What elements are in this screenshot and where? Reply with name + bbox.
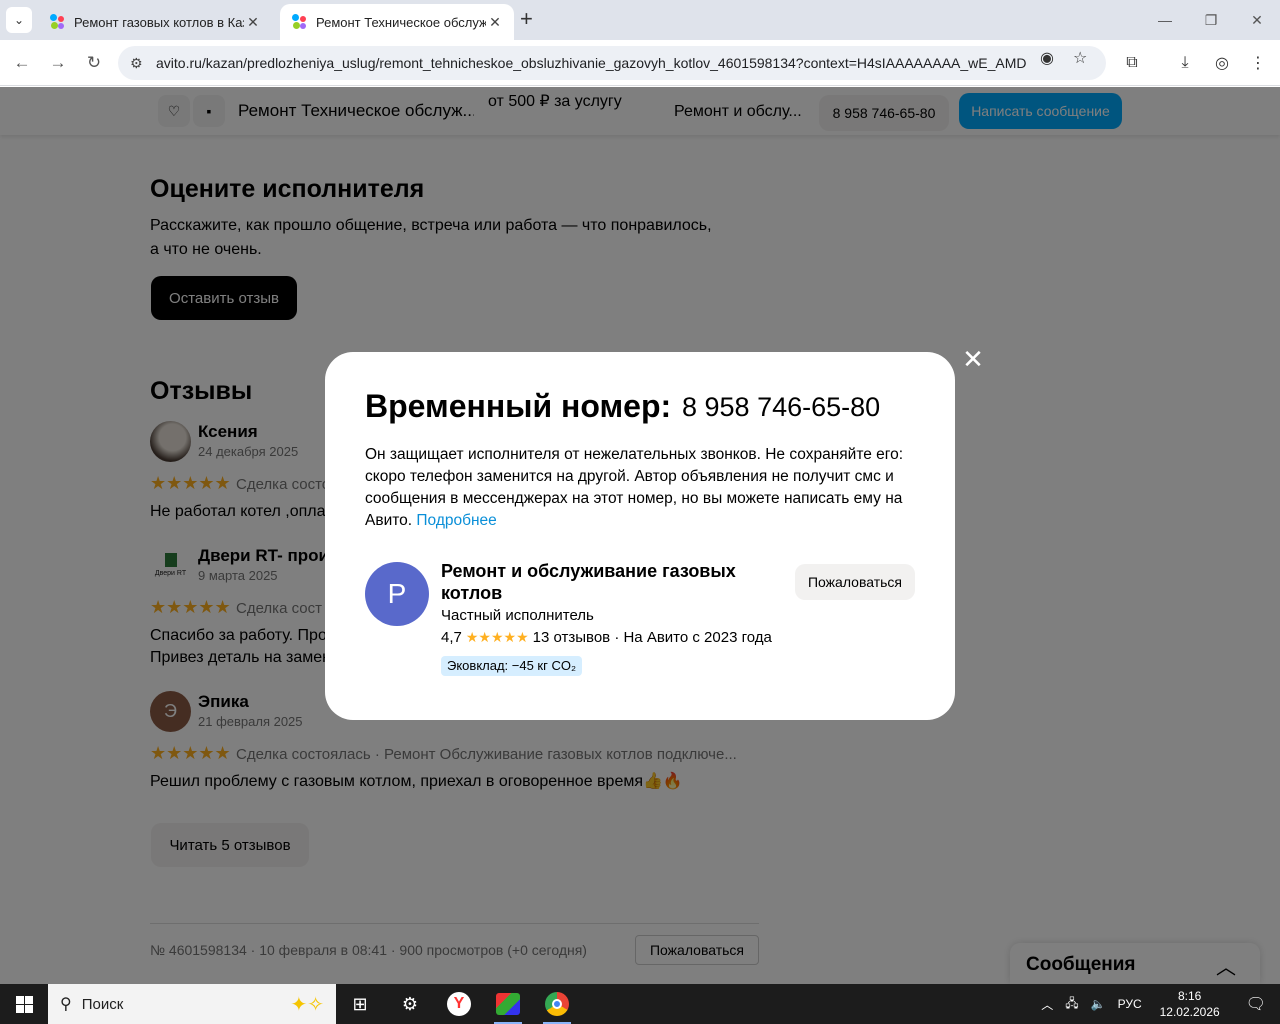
rating-stars: ★★★★★ xyxy=(465,629,529,645)
windows-taskbar: ⚲ Поиск ✦✧ ⊞ ⚙ Y ︿ 🖧 🔈 РУС 8:16 12.02.20… xyxy=(0,984,1280,1024)
temporary-phone-number[interactable]: 8 958 746-65-80 xyxy=(682,392,880,423)
close-window-icon[interactable]: ✕ xyxy=(1234,0,1280,40)
browser-tab-strip: ⌄ Ремонт газовых котлов в Каза ✕ Ремонт … xyxy=(0,0,1280,40)
chrome-icon[interactable] xyxy=(533,984,581,1024)
avito-favicon-icon xyxy=(292,14,308,30)
browser-toolbar: ← → ↻ ⚙ avito.ru/kazan/predlozheniya_usl… xyxy=(0,40,1280,86)
back-arrow-icon[interactable]: ← xyxy=(10,51,34,75)
search-placeholder: Поиск xyxy=(81,995,124,1013)
extensions-puzzle-icon[interactable]: ⧉ xyxy=(1120,51,1144,75)
bookmark-star-icon[interactable]: ☆ xyxy=(1073,48,1087,68)
reload-icon[interactable]: ↻ xyxy=(82,51,106,75)
url-text[interactable]: avito.ru/kazan/predlozheniya_uslug/remon… xyxy=(156,55,1026,71)
avito-favicon-icon xyxy=(50,14,66,30)
kebab-menu-icon[interactable]: ⋮ xyxy=(1246,51,1270,75)
seller-name[interactable]: Ремонт и обслуживание газовых котлов xyxy=(441,560,761,604)
settings-gear-icon[interactable]: ⚙ xyxy=(386,984,434,1024)
browser-tab-2[interactable]: Ремонт Техническое обслужи ✕ xyxy=(280,4,514,40)
input-language[interactable]: РУС xyxy=(1112,997,1148,1011)
rating-value: 4,7 xyxy=(441,629,462,646)
eco-contribution-badge[interactable]: Эковклад: −45 кг CO₂ xyxy=(441,656,583,676)
tab-title: Ремонт Техническое обслужи xyxy=(316,14,486,30)
site-settings-icon[interactable]: ⚙ xyxy=(130,55,152,72)
more-info-link[interactable]: Подробнее xyxy=(416,512,496,529)
network-icon[interactable]: 🖧 xyxy=(1059,994,1084,1015)
restore-icon[interactable]: ❐ xyxy=(1188,0,1234,40)
chevron-down-icon: ⌄ xyxy=(13,13,25,27)
page-content: ♡ ▪ Ремонт Техническое обслуж... от 500 … xyxy=(0,87,1280,984)
close-tab-icon[interactable]: ✕ xyxy=(244,14,262,31)
start-button[interactable] xyxy=(0,984,48,1024)
copilot-sparkle-icon[interactable]: ✦✧ xyxy=(290,992,324,1017)
task-view-icon[interactable]: ⊞ xyxy=(336,984,384,1024)
clock-time: 8:16 xyxy=(1177,989,1202,1003)
new-tab-button[interactable]: + xyxy=(520,8,533,30)
on-avito-since: · На Авито с 2023 года xyxy=(614,629,772,646)
browser-tab-1[interactable]: Ремонт газовых котлов в Каза ✕ xyxy=(38,4,272,40)
clock-date: 12.02.2026 xyxy=(1159,1005,1220,1019)
clock[interactable]: 8:16 12.02.2026 xyxy=(1148,988,1232,1020)
modal-description: Он защищает исполнителя от нежелательных… xyxy=(365,444,915,532)
profile-icon[interactable]: ◎ xyxy=(1210,51,1234,75)
tab-title: Ремонт газовых котлов в Каза xyxy=(74,14,244,30)
seller-type: Частный исполнитель xyxy=(441,607,594,624)
minimize-icon[interactable]: — xyxy=(1142,0,1188,40)
windows-logo-icon xyxy=(15,995,33,1013)
download-icon[interactable]: ⤓ xyxy=(1173,51,1197,75)
photos-app-icon[interactable] xyxy=(484,984,532,1024)
show-hidden-icons-chevron-icon[interactable]: ︿ xyxy=(1035,996,1059,1013)
tracking-blocked-eye-icon[interactable]: ◉ xyxy=(1040,48,1054,68)
close-modal-icon[interactable]: ✕ xyxy=(961,346,985,372)
reviews-count-link[interactable]: 13 отзывов xyxy=(533,629,611,646)
volume-icon[interactable]: 🔈 xyxy=(1085,997,1112,1011)
modal-title: Временный номер: xyxy=(365,388,672,424)
taskbar-search[interactable]: ⚲ Поиск ✦✧ xyxy=(48,984,336,1024)
seller-rating: 4,7 ★★★★★ 13 отзывов · На Авито с 2023 год… xyxy=(441,629,772,646)
close-tab-icon[interactable]: ✕ xyxy=(486,14,504,31)
system-tray: ︿ 🖧 🔈 РУС 8:16 12.02.2026 🗨 xyxy=(1035,984,1280,1024)
report-seller-button[interactable]: Пожаловаться xyxy=(795,564,915,600)
forward-arrow-icon[interactable]: → xyxy=(46,51,70,75)
address-bar[interactable]: ⚙ avito.ru/kazan/predlozheniya_uslug/rem… xyxy=(118,46,1106,80)
seller-avatar[interactable]: Р xyxy=(365,562,429,626)
yandex-browser-icon[interactable]: Y xyxy=(435,984,483,1024)
tab-search-button[interactable]: ⌄ xyxy=(6,7,32,33)
notifications-icon[interactable]: 🗨 xyxy=(1232,994,1280,1014)
search-icon: ⚲ xyxy=(60,996,72,1013)
temporary-number-modal: Временный номер: 8 958 746-65-80 Он защи… xyxy=(325,352,955,720)
window-controls: — ❐ ✕ xyxy=(1142,0,1280,40)
